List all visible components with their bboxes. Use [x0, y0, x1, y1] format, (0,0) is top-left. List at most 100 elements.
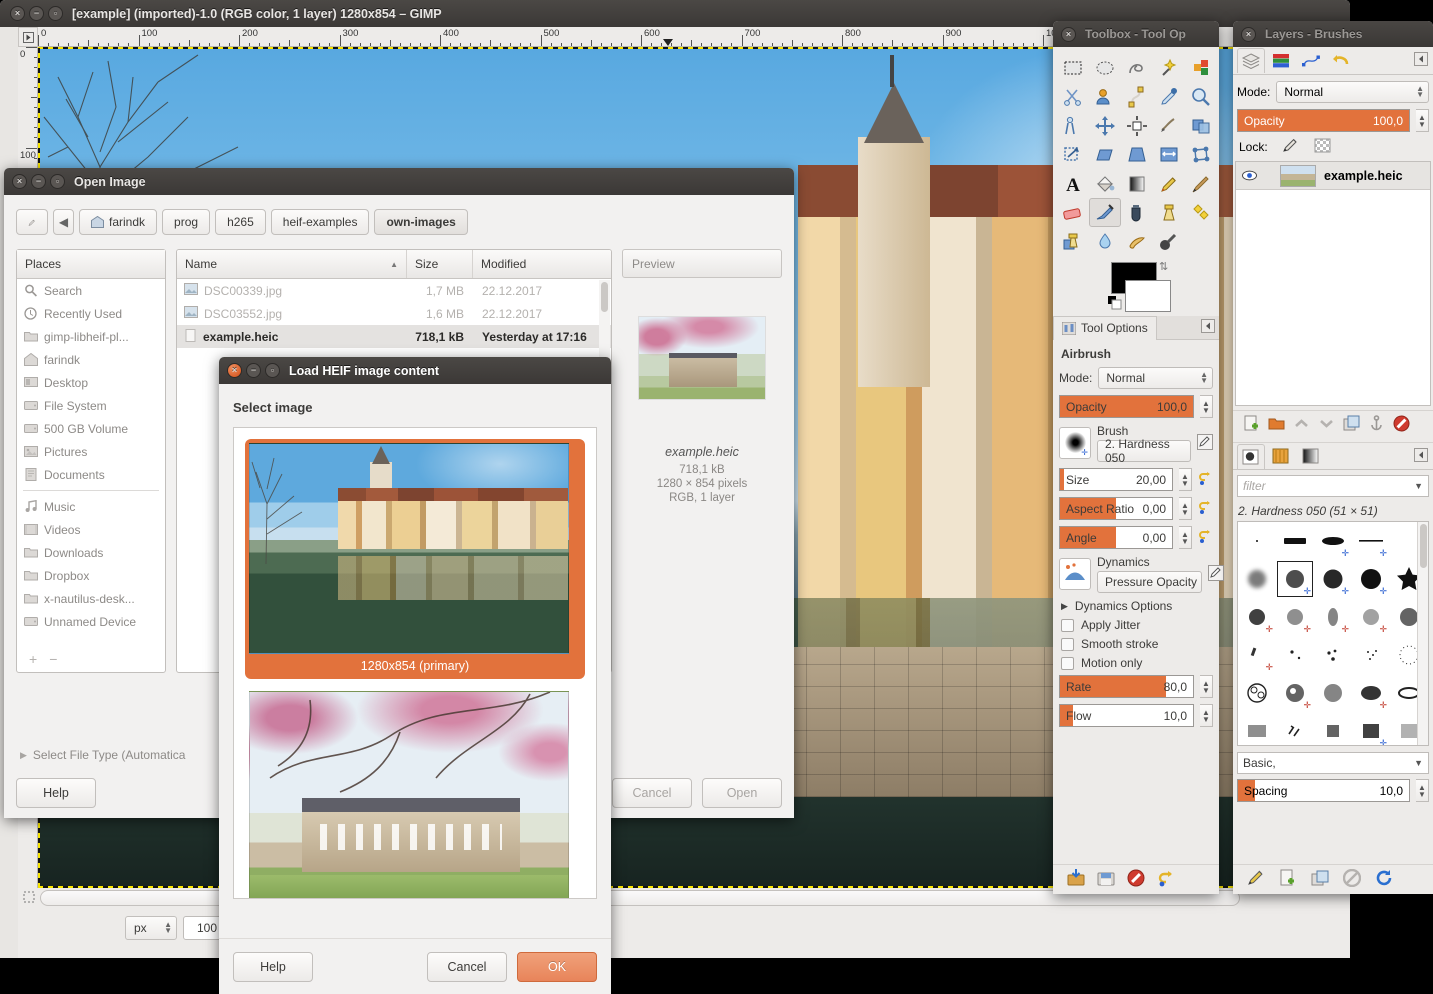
brush-cell[interactable]: ✛: [1352, 522, 1390, 560]
toolbox-close-button[interactable]: ×: [1061, 26, 1076, 42]
type-location-button[interactable]: [16, 209, 48, 235]
help-button[interactable]: Help: [16, 778, 96, 808]
chevron-down-icon[interactable]: ▼: [1414, 758, 1423, 768]
tab-gradients[interactable]: [1297, 444, 1325, 469]
heif-item-primary[interactable]: 1280x854 (primary): [245, 439, 585, 679]
reset-size-icon[interactable]: [1198, 471, 1213, 489]
paint-mode-combo[interactable]: Normal ▲ ▼: [1098, 367, 1213, 389]
open-image-maximize-button[interactable]: ▫: [50, 174, 65, 189]
restore-tool-preset-icon[interactable]: [1097, 869, 1115, 890]
tab-layers[interactable]: [1237, 48, 1265, 73]
tab-undo-history[interactable]: [1327, 48, 1355, 73]
motion-only-checkbox[interactable]: Motion only: [1061, 656, 1213, 670]
lock-pixels-icon[interactable]: [1282, 138, 1299, 156]
open-button[interactable]: Open: [702, 778, 782, 808]
edit-brush-icon[interactable]: [1197, 433, 1213, 453]
reset-angle-icon[interactable]: [1198, 529, 1213, 547]
rate-spinner[interactable]: ▲ ▼: [1200, 675, 1213, 698]
tab-brushes[interactable]: [1237, 443, 1265, 469]
tab-channels[interactable]: [1267, 48, 1295, 73]
place-item-desktop[interactable]: Desktop: [17, 371, 165, 394]
brush-cell[interactable]: ✛: [1314, 560, 1352, 598]
column-header-size[interactable]: Size: [407, 250, 473, 278]
swap-colors-icon[interactable]: ⇅: [1159, 260, 1168, 273]
opacity-spinner[interactable]: ▲ ▼: [1200, 395, 1213, 418]
clone-icon[interactable]: [1153, 198, 1185, 227]
heif-item-secondary[interactable]: 1280x854: [245, 687, 585, 898]
chevron-down-icon[interactable]: ▼: [1414, 481, 1423, 491]
spacing-slider[interactable]: Spacing 10,0: [1237, 779, 1410, 802]
place-item-farindk[interactable]: farindk: [17, 348, 165, 371]
unit-selector[interactable]: px ▲ ▼: [125, 916, 177, 940]
duplicate-brush-icon[interactable]: [1311, 869, 1329, 890]
angle-slider[interactable]: Angle 0,00: [1059, 526, 1173, 549]
brush-cell[interactable]: [1276, 636, 1314, 674]
rect-select-icon[interactable]: [1057, 53, 1089, 82]
layer-opacity-slider[interactable]: Opacity 100,0: [1237, 109, 1410, 132]
place-item-recently-used[interactable]: Recently Used: [17, 302, 165, 325]
brush-cell[interactable]: [1314, 674, 1352, 712]
brush-cell[interactable]: [1352, 636, 1390, 674]
breadcrumb-heif-examples[interactable]: heif-examples: [270, 209, 370, 235]
remove-place-button[interactable]: −: [49, 651, 57, 667]
place-item-search[interactable]: Search: [17, 279, 165, 302]
new-brush-icon[interactable]: [1279, 869, 1297, 890]
anchor-layer-icon[interactable]: [1368, 414, 1385, 435]
maximize-button[interactable]: ▫: [48, 6, 63, 21]
angle-spinner[interactable]: ▲ ▼: [1179, 526, 1192, 549]
foreground-select-icon[interactable]: [1089, 82, 1121, 111]
brush-cell[interactable]: [1238, 560, 1276, 598]
alignment-icon[interactable]: [1121, 111, 1153, 140]
color-picker-icon[interactable]: [1153, 82, 1185, 111]
brush-preview[interactable]: ✛: [1059, 427, 1091, 459]
smooth-stroke-checkbox[interactable]: Smooth stroke: [1061, 637, 1213, 651]
brush-cell[interactable]: [1276, 522, 1314, 560]
dodge-burn-icon[interactable]: [1153, 227, 1185, 256]
free-select-icon[interactable]: [1121, 53, 1153, 82]
brush-cell[interactable]: ✛: [1238, 636, 1276, 674]
brush-cell[interactable]: [1238, 712, 1276, 745]
bucket-fill-icon[interactable]: [1089, 169, 1121, 198]
place-item-music[interactable]: Music: [17, 495, 165, 518]
brush-cell[interactable]: [1276, 712, 1314, 745]
refresh-brushes-icon[interactable]: [1375, 869, 1393, 890]
perspective-icon[interactable]: [1121, 140, 1153, 169]
flip-icon[interactable]: [1153, 140, 1185, 169]
table-row[interactable]: DSC00339.jpg 1,7 MB 22.12.2017: [177, 279, 611, 302]
table-row[interactable]: DSC03552.jpg 1,6 MB 22.12.2017: [177, 302, 611, 325]
layers-dock-menu-button[interactable]: [1414, 52, 1428, 69]
column-header-name[interactable]: Name ▲: [177, 250, 407, 278]
brush-cell[interactable]: ✛: [1314, 598, 1352, 636]
size-spinner[interactable]: ▲ ▼: [1179, 468, 1192, 491]
breadcrumb-prog[interactable]: prog: [162, 209, 211, 235]
reset-aspect-icon[interactable]: [1198, 500, 1213, 518]
duplicate-layer-icon[interactable]: [1343, 415, 1360, 435]
heif-ok-button[interactable]: OK: [517, 951, 597, 982]
heif-minimize-button[interactable]: −: [246, 363, 261, 378]
dock-menu-button[interactable]: [1201, 319, 1215, 336]
breadcrumb-own-images[interactable]: own-images: [374, 209, 468, 235]
shear-icon[interactable]: [1089, 140, 1121, 169]
place-item-downloads[interactable]: Downloads: [17, 541, 165, 564]
ellipse-select-icon[interactable]: [1089, 53, 1121, 82]
column-header-modified[interactable]: Modified: [473, 250, 611, 278]
brush-combo[interactable]: 2. Hardness 050: [1097, 437, 1191, 465]
brush-cell[interactable]: ✛: [1352, 712, 1390, 745]
paintbrush-icon[interactable]: [1185, 169, 1217, 198]
brush-cell[interactable]: [1314, 636, 1352, 674]
flow-slider[interactable]: Flow 10,0: [1059, 704, 1194, 727]
reset-colors-icon[interactable]: [1108, 296, 1122, 310]
eraser-icon[interactable]: [1057, 198, 1089, 227]
smudge-icon[interactable]: [1121, 227, 1153, 256]
layer-row-example[interactable]: example.heic: [1236, 162, 1430, 190]
flow-spinner[interactable]: ▲ ▼: [1200, 704, 1213, 727]
cage-transform-icon[interactable]: [1185, 140, 1217, 169]
layer-opacity-spinner[interactable]: ▲ ▼: [1416, 109, 1429, 132]
brush-cell[interactable]: ✛: [1276, 674, 1314, 712]
layer-visibility-icon[interactable]: [1236, 170, 1262, 181]
brush-grid[interactable]: ✛✛✛✛✛✛✛✛✛✛✛✛✛✛✛✛: [1237, 521, 1429, 746]
crop-icon[interactable]: [1153, 111, 1185, 140]
apply-jitter-checkbox[interactable]: Apply Jitter: [1061, 618, 1213, 632]
dynamics-preview[interactable]: [1059, 558, 1091, 590]
save-tool-preset-icon[interactable]: [1067, 869, 1085, 890]
